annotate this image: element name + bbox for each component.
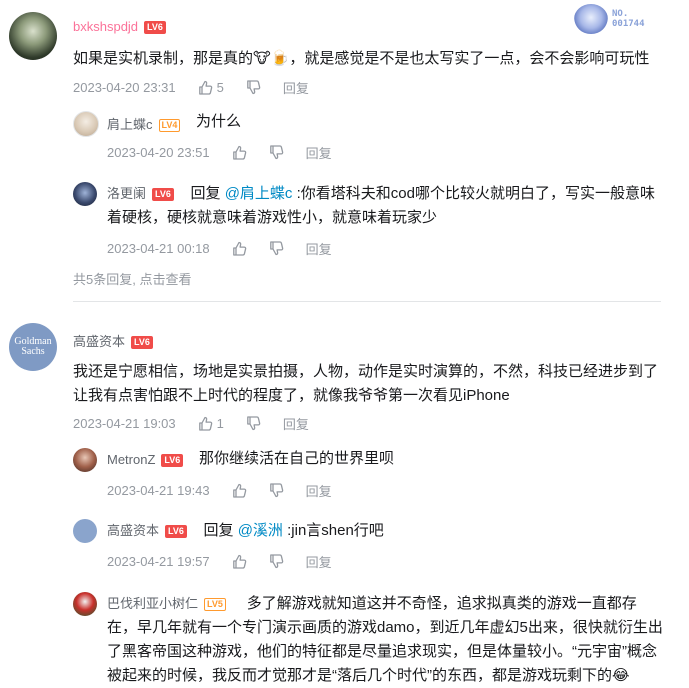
mention-link[interactable]: @肩上蝶c bbox=[225, 185, 293, 202]
level-badge: LV5 bbox=[204, 598, 226, 612]
level-badge: LV6 bbox=[152, 188, 174, 202]
reply-button[interactable]: 回复 bbox=[306, 481, 332, 500]
comment-meta: 2023-04-21 19:03 1 回复 bbox=[73, 414, 309, 433]
fan-badge-number: NO. 001744 bbox=[612, 9, 645, 29]
username[interactable]: bxkshspdjd LV6 bbox=[73, 19, 166, 35]
mention-link[interactable]: @溪洲 bbox=[238, 522, 283, 539]
timestamp: 2023-04-21 00:18 bbox=[107, 241, 210, 256]
like-button[interactable] bbox=[232, 145, 247, 160]
timestamp: 2023-04-21 19:03 bbox=[73, 416, 176, 431]
like-button[interactable] bbox=[232, 483, 247, 498]
thumb-down-icon[interactable] bbox=[246, 80, 261, 95]
reply-prefix: 回复 bbox=[203, 522, 238, 539]
username-text[interactable]: 高盛资本 bbox=[73, 334, 125, 349]
thumb-down-icon[interactable] bbox=[246, 416, 261, 431]
thumb-up-icon[interactable] bbox=[232, 483, 247, 498]
reply-button[interactable]: 回复 bbox=[283, 78, 309, 97]
level-badge: LV4 bbox=[158, 119, 181, 133]
username-text[interactable]: MetronZ bbox=[107, 452, 155, 467]
avatar-logo-text: Goldman Sachs bbox=[14, 336, 52, 357]
reply-text: 那你继续活在自己的世界里呗 bbox=[199, 450, 395, 467]
reply-text-block: 巴伐利亚小树仁 LV5 多了解游戏就知道这并不奇怪，追求拟真类的游戏一直都存在，早… bbox=[107, 592, 665, 688]
fan-badge-mascot-icon bbox=[574, 4, 608, 34]
dislike-button[interactable] bbox=[269, 554, 284, 569]
reply-button[interactable]: 回复 bbox=[306, 143, 332, 162]
thumb-up-icon[interactable] bbox=[232, 554, 247, 569]
avatar[interactable] bbox=[73, 111, 99, 137]
dislike-button[interactable] bbox=[269, 241, 284, 256]
thumb-down-icon[interactable] bbox=[269, 483, 284, 498]
dislike-button[interactable] bbox=[269, 145, 284, 160]
like-button[interactable] bbox=[232, 241, 247, 256]
reply-username[interactable]: 高盛资本 LV6 bbox=[107, 523, 187, 539]
avatar[interactable] bbox=[73, 182, 97, 206]
username[interactable]: 高盛资本 LV6 bbox=[73, 331, 153, 350]
like-count: 5 bbox=[216, 80, 224, 95]
reply-button[interactable]: 回复 bbox=[283, 414, 309, 433]
reply-text: :你看塔科夫和cod哪个比较火就明白了，写实一般意味着硬核，硬核就意味着游戏性小… bbox=[107, 185, 655, 226]
level-badge: LV6 bbox=[165, 525, 187, 539]
thumb-up-icon[interactable] bbox=[232, 145, 247, 160]
thumb-up-icon[interactable] bbox=[232, 241, 247, 256]
dislike-button[interactable] bbox=[246, 416, 261, 431]
level-badge: LV6 bbox=[144, 21, 166, 35]
level-badge: LV6 bbox=[161, 454, 184, 468]
dislike-button[interactable] bbox=[246, 80, 261, 95]
comment-divider bbox=[73, 301, 661, 302]
timestamp: 2023-04-21 19:43 bbox=[107, 483, 210, 498]
dislike-button[interactable] bbox=[269, 483, 284, 498]
comment-text: 我还是宁愿相信，场地是实景拍摄，人物，动作是实时演算的，不然，科技已经进步到了让… bbox=[73, 363, 659, 404]
reply-button[interactable]: 回复 bbox=[306, 552, 332, 571]
reply-text: 为什么 bbox=[196, 113, 242, 130]
avatar[interactable] bbox=[73, 519, 97, 543]
reply-username[interactable]: 巴伐利亚小树仁 LV5 bbox=[107, 596, 226, 612]
reply-button[interactable]: 回复 bbox=[306, 239, 332, 258]
reply-prefix: 回复 bbox=[190, 185, 225, 202]
reply-username[interactable]: MetronZ LV6 bbox=[107, 452, 184, 468]
like-count: 1 bbox=[216, 416, 224, 431]
reply-meta: 2023-04-21 19:43 回复 bbox=[107, 481, 332, 500]
like-button[interactable] bbox=[232, 554, 247, 569]
like-button[interactable]: 5 bbox=[198, 80, 224, 95]
username-text[interactable]: 洛更阑 bbox=[107, 186, 146, 201]
reply-username[interactable]: 肩上蝶c LV4 bbox=[107, 114, 181, 133]
username-text[interactable]: bxkshspdjd bbox=[73, 19, 138, 34]
like-button[interactable]: 1 bbox=[198, 416, 224, 431]
thumb-down-icon[interactable] bbox=[269, 554, 284, 569]
fan-badge: NO. 001744 bbox=[572, 4, 660, 34]
timestamp: 2023-04-20 23:51 bbox=[107, 145, 210, 160]
timestamp: 2023-04-20 23:31 bbox=[73, 80, 176, 95]
thumb-up-icon[interactable] bbox=[198, 416, 213, 431]
view-more-replies[interactable]: 共5条回复, 点击查看 bbox=[73, 269, 191, 288]
timestamp: 2023-04-21 19:57 bbox=[107, 554, 210, 569]
thumb-up-icon[interactable] bbox=[198, 80, 213, 95]
level-badge: LV6 bbox=[131, 336, 153, 350]
reply-meta: 2023-04-20 23:51 回复 bbox=[107, 143, 332, 162]
reply-text-block: 洛更阑 LV6 回复 @肩上蝶c :你看塔科夫和cod哪个比较火就明白了，写实一般… bbox=[107, 182, 665, 230]
reply-meta: 2023-04-21 19:57 回复 bbox=[107, 552, 332, 571]
thumb-down-icon[interactable] bbox=[269, 241, 284, 256]
comment-text: 如果是实机录制，那是真的🐮🍺，就是感觉是不是也太写实了一点，会不会影响可玩性 bbox=[73, 50, 650, 67]
reply-meta: 2023-04-21 00:18 回复 bbox=[107, 239, 332, 258]
avatar[interactable]: Goldman Sachs bbox=[9, 323, 57, 371]
comment-meta: 2023-04-20 23:31 5 回复 bbox=[73, 78, 309, 97]
username-text[interactable]: 高盛资本 bbox=[107, 523, 159, 538]
reply-text-block: 高盛资本 LV6 回复 @溪洲 :jin言shen行吧 bbox=[107, 519, 665, 543]
avatar[interactable] bbox=[73, 448, 97, 472]
avatar[interactable] bbox=[9, 12, 57, 60]
avatar[interactable] bbox=[73, 592, 97, 616]
username-text[interactable]: 巴伐利亚小树仁 bbox=[107, 596, 198, 611]
reply-username[interactable]: 洛更阑 LV6 bbox=[107, 186, 174, 202]
reply-text: :jin言shen行吧 bbox=[282, 522, 384, 539]
username-text[interactable]: 肩上蝶c bbox=[107, 117, 153, 132]
thumb-down-icon[interactable] bbox=[269, 145, 284, 160]
